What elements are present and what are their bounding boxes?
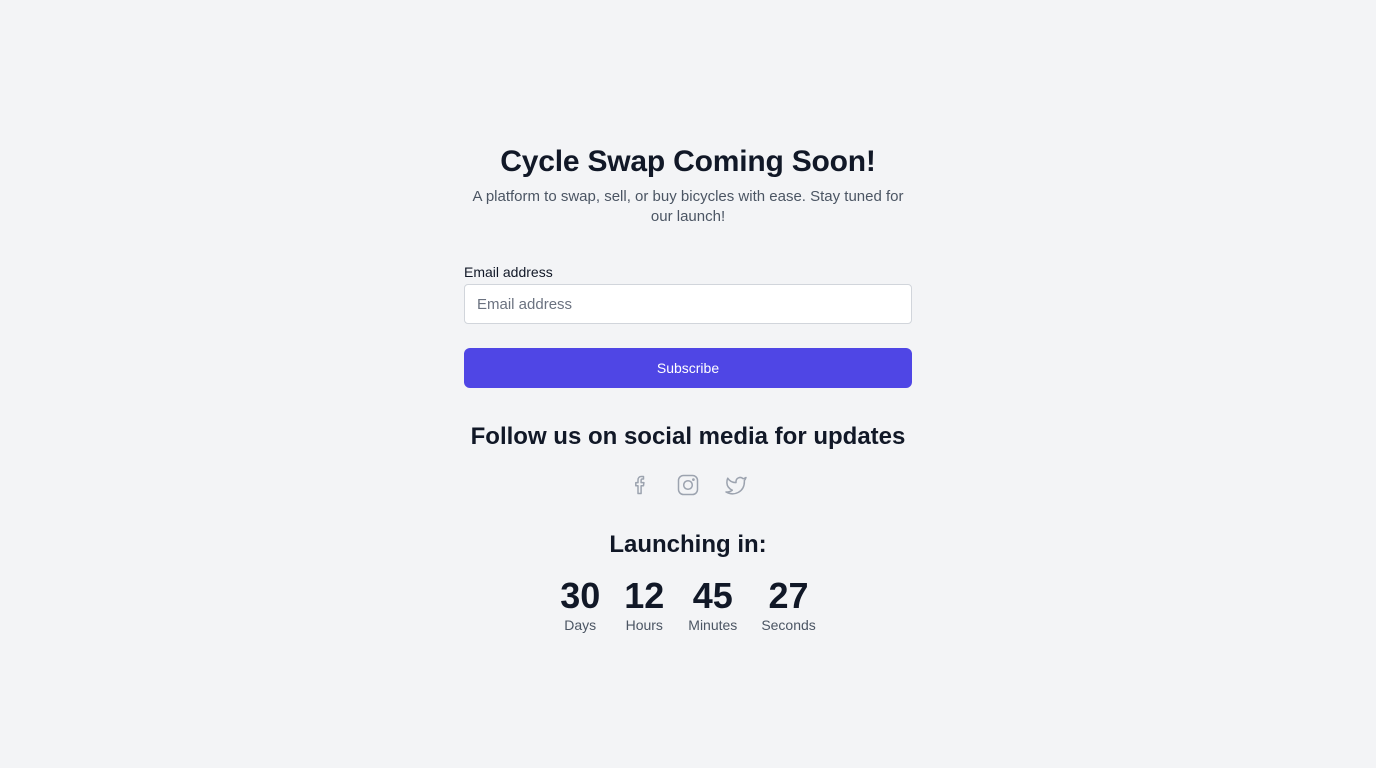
subscribe-form: Email address Subscribe bbox=[464, 264, 912, 388]
days-label: Days bbox=[564, 617, 597, 633]
countdown-timer: 30 Days 12 Hours 45 Minutes 27 Seconds bbox=[464, 576, 912, 634]
twitter-link[interactable] bbox=[724, 473, 748, 497]
countdown-minutes: 45 Minutes bbox=[688, 576, 737, 634]
countdown-hours: 12 Hours bbox=[624, 576, 664, 634]
seconds-label: Seconds bbox=[761, 617, 816, 633]
seconds-value: 27 bbox=[768, 575, 809, 616]
social-heading: Follow us on social media for updates bbox=[470, 423, 906, 450]
facebook-icon bbox=[635, 475, 645, 495]
social-links bbox=[464, 473, 912, 497]
subscribe-button[interactable]: Subscribe bbox=[464, 348, 912, 388]
countdown-days: 30 Days bbox=[560, 576, 600, 634]
twitter-icon bbox=[725, 476, 747, 495]
email-input[interactable] bbox=[464, 284, 912, 324]
countdown-seconds: 27 Seconds bbox=[761, 576, 815, 634]
email-label: Email address bbox=[464, 264, 553, 280]
page-subtitle: A platform to swap, sell, or buy bicycle… bbox=[472, 188, 904, 225]
hours-label: Hours bbox=[625, 617, 663, 633]
instagram-icon bbox=[677, 474, 699, 496]
countdown-heading: Launching in: bbox=[609, 531, 767, 558]
instagram-link[interactable] bbox=[676, 473, 700, 497]
hours-value: 12 bbox=[624, 575, 665, 616]
coming-soon-panel: Cycle Swap Coming Soon! A platform to sw… bbox=[464, 142, 912, 634]
minutes-label: Minutes bbox=[688, 617, 738, 633]
days-value: 30 bbox=[560, 575, 601, 616]
page-title: Cycle Swap Coming Soon! bbox=[500, 145, 876, 178]
minutes-value: 45 bbox=[692, 575, 733, 616]
facebook-link[interactable] bbox=[628, 473, 652, 497]
